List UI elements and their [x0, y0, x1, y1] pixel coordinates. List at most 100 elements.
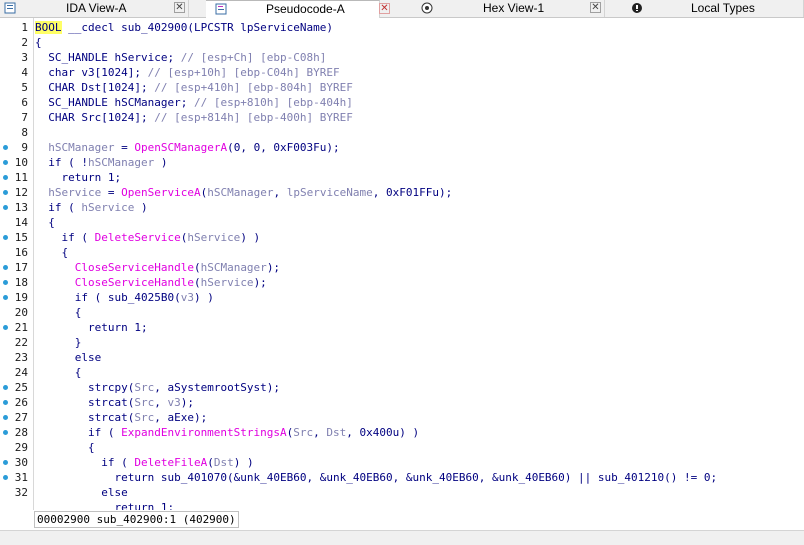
comment-token: // [esp+10h] [ebp-C04h] BYREF [147, 66, 340, 79]
code-text: CloseServiceHandle(hService); [35, 275, 267, 290]
variable-token: v3 [167, 396, 181, 409]
code-line[interactable]: 16 { [0, 245, 804, 260]
line-number: 12 [14, 186, 28, 199]
keyword-token: BOOL [35, 21, 62, 34]
line-number: 15 [14, 231, 28, 244]
line-number: 20 [14, 306, 28, 319]
code-token: ); [180, 396, 194, 409]
code-line[interactable]: 29 { [0, 440, 804, 455]
code-token: , 0xF01FFu); [372, 186, 453, 199]
code-line[interactable]: 5 CHAR Dst[1024]; // [esp+410h] [ebp-804… [0, 80, 804, 95]
code-line[interactable]: 30 if ( DeleteFileA(Dst) ) [0, 455, 804, 470]
code-token: return sub_401070(&unk_40EB60, &unk_40EB… [35, 471, 718, 484]
ida-view-icon [4, 2, 16, 14]
code-token: { [35, 306, 82, 319]
code-line[interactable]: 32 else [0, 485, 804, 500]
code-token: { [35, 441, 95, 454]
variable-token: hService [81, 201, 135, 214]
code-line[interactable]: 11 return 1; [0, 170, 804, 185]
code-line[interactable]: 18 CloseServiceHandle(hService); [0, 275, 804, 290]
code-line[interactable]: 17 CloseServiceHandle(hSCManager); [0, 260, 804, 275]
code-line[interactable]: 27 strcat(Src, aExe); [0, 410, 804, 425]
code-text: CHAR Src[1024]; // [esp+814h] [ebp-400h]… [35, 110, 353, 125]
code-line[interactable]: 3 SC_HANDLE hService; // [esp+Ch] [ebp-C… [0, 50, 804, 65]
code-token: strcat( [35, 396, 135, 409]
variable-token: Src [134, 381, 155, 394]
code-token: return 1; [35, 171, 122, 184]
code-text: else [35, 350, 102, 365]
code-line[interactable]: 31 return sub_401070(&unk_40EB60, &unk_4… [0, 470, 804, 485]
variable-token: lpServiceName [286, 186, 373, 199]
code-line[interactable]: 28 if ( ExpandEnvironmentStringsA(Src, D… [0, 425, 804, 440]
code-token: SC_HANDLE hSCManager; [35, 96, 194, 109]
code-line[interactable]: 24 { [0, 365, 804, 380]
variable-token: Src [134, 396, 155, 409]
tab-ida-view[interactable]: IDA View-A ✕ [0, 0, 189, 17]
code-token: , aSystemrootSyst); [154, 381, 281, 394]
code-line[interactable]: 15 if ( DeleteService(hService) ) [0, 230, 804, 245]
bottom-strip [0, 530, 804, 545]
code-text: if ( hService ) [35, 200, 147, 215]
code-line[interactable]: 13 if ( hService ) [0, 200, 804, 215]
pseudocode-editor[interactable]: 1 BOOL __cdecl sub_402900(LPCSTR lpServic… [0, 18, 804, 510]
code-line[interactable]: 20 { [0, 305, 804, 320]
code-token: { [35, 246, 69, 259]
code-token: __cdecl sub_402900(LPCSTR lpServiceName) [61, 21, 334, 34]
close-icon[interactable]: ✕ [174, 2, 185, 13]
code-text: if ( DeleteService(hService) ) [35, 230, 260, 245]
code-line[interactable]: 12 hService = OpenServiceA(hSCManager, l… [0, 185, 804, 200]
code-line[interactable]: 10 if ( !hSCManager ) [0, 155, 804, 170]
code-token: , [154, 396, 168, 409]
line-number: 8 [21, 126, 28, 139]
line-number: 3 [21, 51, 28, 64]
code-token: CHAR Src[1024]; [35, 111, 155, 124]
line-number: 10 [14, 156, 28, 169]
tab-local-types[interactable]: Local Types [621, 0, 804, 17]
code-line[interactable]: 26 strcat(Src, v3); [0, 395, 804, 410]
line-number: 7 [21, 111, 28, 124]
code-text: return 1; [35, 500, 174, 510]
code-line[interactable]: 9 hSCManager = OpenSCManagerA(0, 0, 0xF0… [0, 140, 804, 155]
comment-token: // [esp+410h] [ebp-804h] BYREF [154, 81, 353, 94]
comment-token: // [esp+Ch] [ebp-C08h] [180, 51, 327, 64]
function-token: OpenSCManagerA [134, 141, 228, 154]
function-token: DeleteService [94, 231, 181, 244]
code-line[interactable]: 7 CHAR Src[1024]; // [esp+814h] [ebp-400… [0, 110, 804, 125]
code-token: return 1; [35, 321, 148, 334]
close-icon[interactable]: ✕ [590, 2, 601, 13]
code-token: if ( [35, 456, 135, 469]
code-token: , [273, 186, 287, 199]
variable-token: hSCManager [207, 186, 274, 199]
code-token: if ( [35, 231, 95, 244]
code-line[interactable]: 6 SC_HANDLE hSCManager; // [esp+810h] [e… [0, 95, 804, 110]
code-line[interactable]: 14 { [0, 215, 804, 230]
code-token: , aExe); [154, 411, 208, 424]
code-line[interactable]: 19 if ( sub_4025B0(v3) ) [0, 290, 804, 305]
code-line[interactable]: 22 } [0, 335, 804, 350]
code-token: = [114, 141, 135, 154]
line-number: 23 [14, 351, 28, 364]
line-number: 29 [14, 441, 28, 454]
code-text: { [35, 440, 95, 455]
code-line[interactable]: 8 [0, 125, 804, 140]
code-token: ) ) [240, 231, 261, 244]
code-token: if ( ! [35, 156, 88, 169]
code-line[interactable]: 23 else [0, 350, 804, 365]
code-line[interactable]: 4 char v3[1024]; // [esp+10h] [ebp-C04h]… [0, 65, 804, 80]
close-icon[interactable]: ✕ [379, 3, 390, 14]
code-line[interactable]: 2{ [0, 35, 804, 50]
line-number: 13 [14, 201, 28, 214]
code-line[interactable]: 21 return 1; [0, 320, 804, 335]
code-token: return 1; [35, 501, 175, 510]
code-token: { [35, 366, 82, 379]
code-line[interactable]: 1 BOOL __cdecl sub_402900(LPCSTR lpServic… [0, 20, 804, 35]
code-line[interactable]: 25 strcpy(Src, aSystemrootSyst); [0, 380, 804, 395]
code-token: SC_HANDLE hService; [35, 51, 181, 64]
tab-hex-view[interactable]: Hex View-1 ✕ [411, 0, 605, 17]
code-token: else [35, 351, 102, 364]
code-line[interactable]: return 1; [0, 500, 804, 510]
line-number: 25 [14, 381, 28, 394]
tab-pseudocode[interactable]: Pseudocode-A ✕ [206, 0, 390, 18]
tab-bar: IDA View-A ✕ Pseudocode-A ✕ Hex View-1 ✕… [0, 0, 804, 18]
code-text: strcat(Src, v3); [35, 395, 194, 410]
